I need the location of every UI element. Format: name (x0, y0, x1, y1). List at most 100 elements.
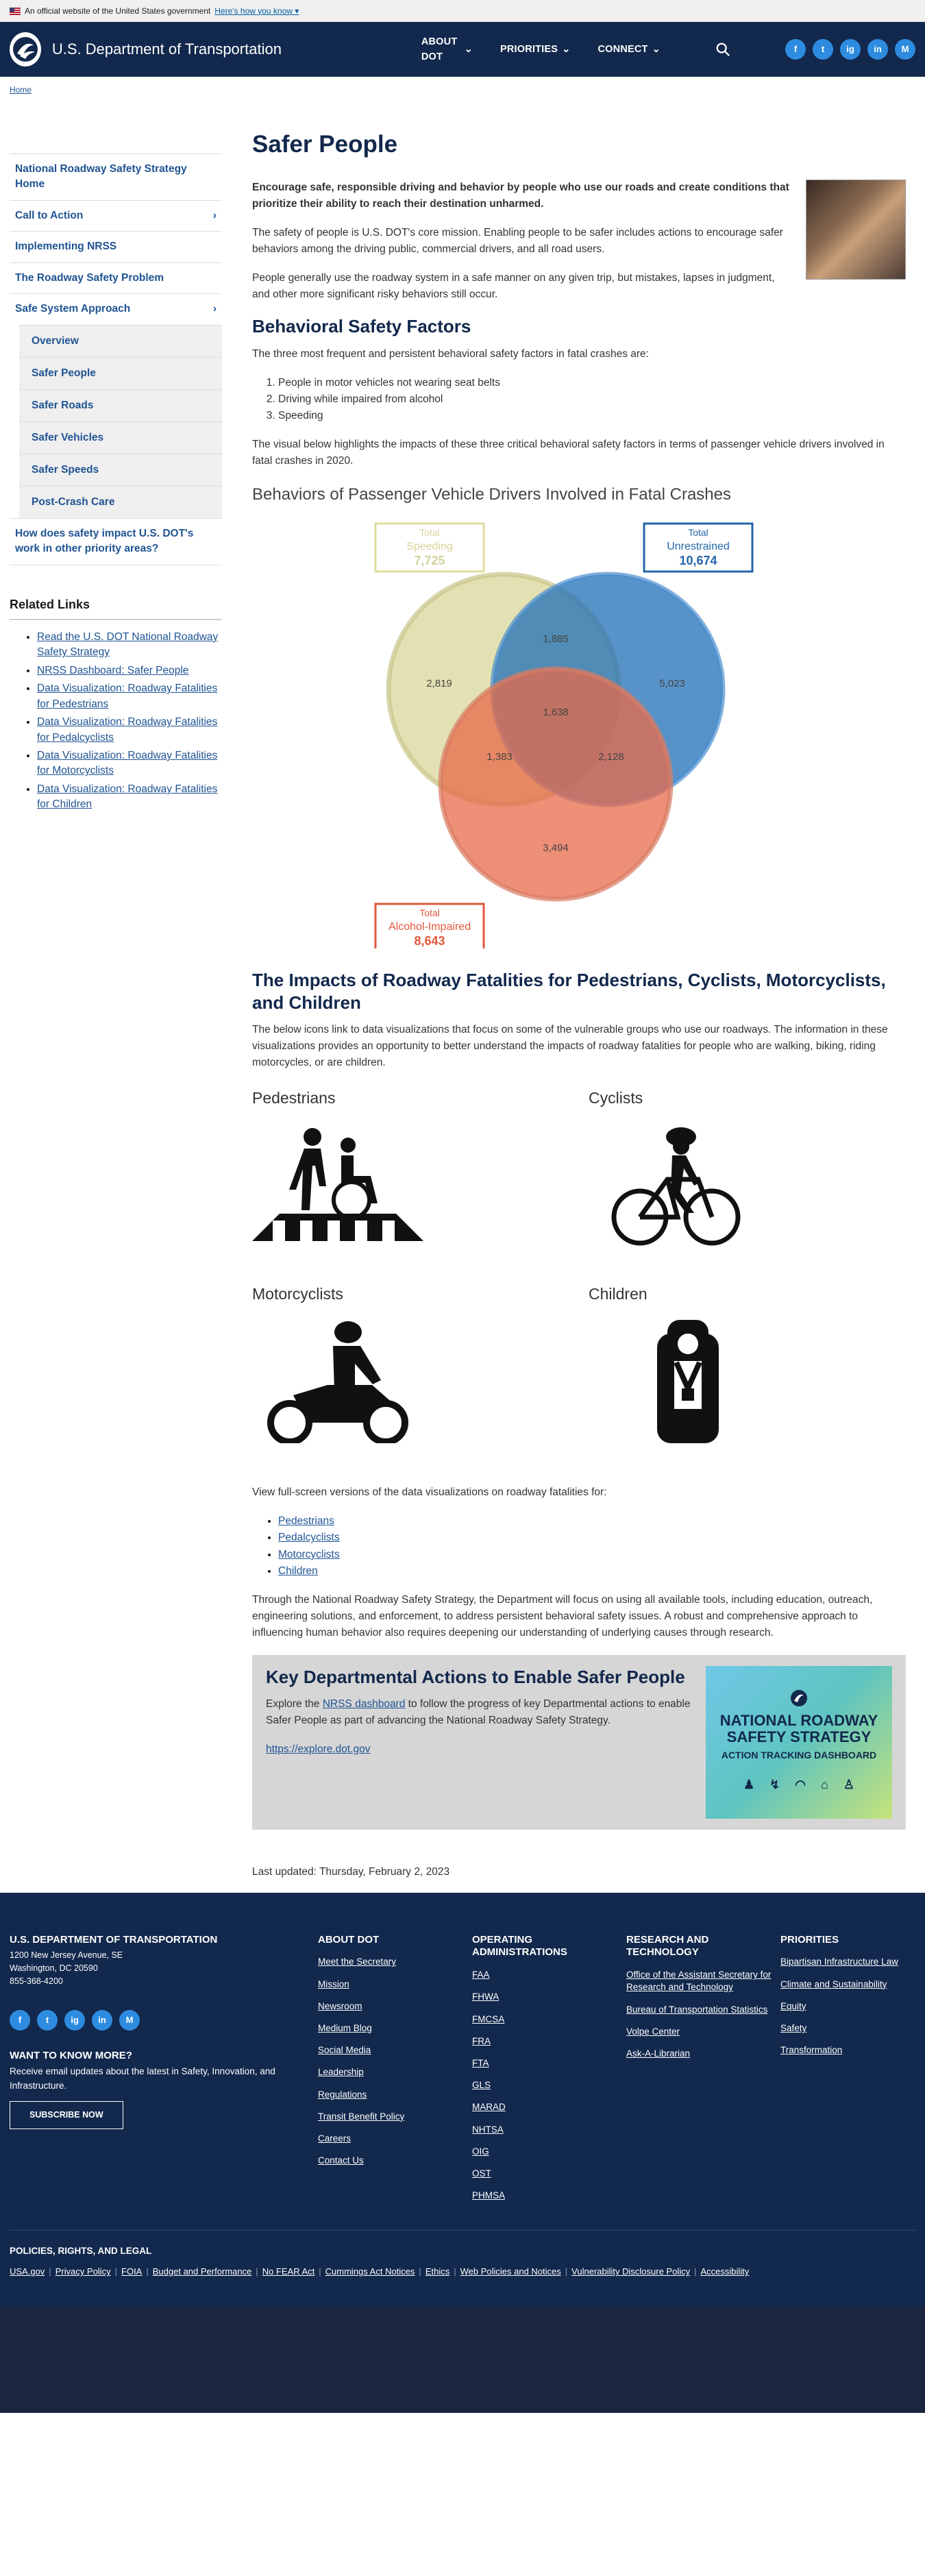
footer-link[interactable]: Bureau of Transportation Statistics (626, 2004, 780, 2016)
footer-link[interactable]: Meet the Secretary (318, 1956, 472, 1968)
nav-priorities[interactable]: PRIORITIES ⌄ (500, 34, 571, 65)
footer-link[interactable]: Social Media (318, 2044, 472, 2057)
cyclist-icon[interactable] (609, 1125, 746, 1248)
footer-link[interactable]: Safety (780, 2022, 925, 2035)
viz-link-children[interactable]: Children (278, 1565, 318, 1577)
footer-social: f t ig in M (10, 2009, 318, 2031)
related-link[interactable]: Data Visualization: Roadway Fatalities f… (37, 783, 217, 810)
legal-link[interactable]: Privacy Policy (56, 2265, 111, 2279)
footer-link[interactable]: Medium Blog (318, 2022, 472, 2035)
legal-link[interactable]: Cummings Act Notices (325, 2265, 415, 2279)
footer-link[interactable]: Contact Us (318, 2155, 472, 2167)
legal-link[interactable]: No FEAR Act (262, 2265, 315, 2279)
subscribe-button[interactable]: SUBSCRIBE NOW (10, 2100, 123, 2130)
motorcycle-icon[interactable] (252, 1320, 417, 1444)
dashboard-image[interactable]: NATIONAL ROADWAY SAFETY STRATEGY ACTION … (706, 1665, 892, 1819)
instagram-icon[interactable]: ig (64, 2009, 85, 2031)
legal-link[interactable]: Vulnerability Disclosure Policy (571, 2265, 690, 2279)
related-link[interactable]: Read the U.S. DOT National Roadway Safet… (37, 631, 218, 658)
category-cyclists[interactable]: Cyclists (589, 1086, 906, 1282)
footer-link[interactable]: Transit Benefit Policy (318, 2111, 472, 2123)
viz-link-motorcyclists[interactable]: Motorcyclists (278, 1549, 340, 1560)
sidebar-sub-overview[interactable]: Overview (19, 324, 222, 357)
footer-link[interactable]: FTA (472, 2057, 626, 2070)
footer-link[interactable]: MARAD (472, 2101, 626, 2113)
footer-link[interactable]: Leadership (318, 2066, 472, 2078)
venn-total-label: Total (688, 527, 708, 538)
footer-link[interactable]: Newsroom (318, 2000, 472, 2013)
legal-link[interactable]: Accessibility (700, 2265, 749, 2279)
sidebar-sub-safer-roads[interactable]: Safer Roads (19, 389, 222, 421)
footer-link[interactable]: Ask-A-Librarian (626, 2048, 780, 2060)
venn-total-value: 10,674 (679, 554, 717, 567)
footer-link[interactable]: PHMSA (472, 2189, 626, 2202)
sidebar-sub-safer-vehicles[interactable]: Safer Vehicles (19, 421, 222, 454)
footer-link[interactable]: Bipartisan Infrastructure Law (780, 1956, 925, 1968)
related-link[interactable]: Data Visualization: Roadway Fatalities f… (37, 683, 217, 709)
site-title[interactable]: U.S. Department of Transportation (52, 38, 367, 61)
pedestrian-icon[interactable] (252, 1125, 423, 1248)
nav-connect[interactable]: CONNECT ⌄ (598, 34, 661, 65)
viz-link-pedestrians[interactable]: Pedestrians (278, 1515, 334, 1527)
footer-link[interactable]: Volpe Center (626, 2026, 780, 2038)
linkedin-icon[interactable]: in (92, 2009, 112, 2031)
legal-link[interactable]: Web Policies and Notices (460, 2265, 561, 2279)
legal-link[interactable]: USA.gov (10, 2265, 45, 2279)
car-seat-icon[interactable] (637, 1320, 774, 1444)
venn-region-label: 2,819 (426, 678, 452, 689)
footer-link[interactable]: FMCSA (472, 2013, 626, 2026)
footer-link[interactable]: GLS (472, 2079, 626, 2092)
category-motorcyclists[interactable]: Motorcyclists (252, 1282, 589, 1478)
sidebar-sub-safer-people[interactable]: Safer People (19, 356, 222, 389)
search-icon[interactable] (715, 41, 730, 58)
footer-link[interactable]: Transformation (780, 2044, 925, 2057)
footer-link[interactable]: Regulations (318, 2089, 472, 2101)
nrss-dashboard-link[interactable]: NRSS dashboard (323, 1698, 406, 1710)
nav-about-dot[interactable]: ABOUT DOT ⌄ (421, 34, 473, 65)
footer-link[interactable]: OIG (472, 2146, 626, 2158)
medium-icon[interactable]: M (895, 39, 915, 60)
footer-link[interactable]: FHWA (472, 1991, 626, 2003)
footer-link[interactable]: FAA (472, 1969, 626, 1981)
page-title: Safer People (252, 131, 398, 158)
linkedin-icon[interactable]: in (867, 39, 888, 60)
related-link[interactable]: Data Visualization: Roadway Fatalities f… (37, 716, 217, 743)
viz-link-pedalcyclists[interactable]: Pedalcyclists (278, 1532, 340, 1543)
sidebar-item-call-to-action[interactable]: Call to Action › (10, 199, 222, 231)
last-updated: Last updated: Thursday, February 2, 2023 (252, 1865, 450, 1878)
category-children[interactable]: Children (589, 1282, 906, 1478)
chevron-down-icon: ⌄ (652, 43, 661, 55)
footer-link[interactable]: Careers (318, 2133, 472, 2145)
heres-how-link[interactable]: Here's how you know ▾ (214, 5, 299, 18)
explore-dot-link[interactable]: https://explore.dot.gov (266, 1743, 371, 1755)
breadcrumb-home[interactable]: Home (10, 85, 32, 95)
sidebar-sub-post-crash[interactable]: Post-Crash Care (19, 485, 222, 518)
legal-link[interactable]: FOIA (121, 2265, 142, 2279)
legal-link[interactable]: Ethics (426, 2265, 449, 2279)
related-link[interactable]: NRSS Dashboard: Safer People (37, 665, 188, 676)
footer-link[interactable]: Office of the Assistant Secretary for Re… (626, 1969, 780, 1994)
footer-link[interactable]: Climate and Sustainability (780, 1978, 925, 1991)
legal-link[interactable]: Budget and Performance (153, 2265, 252, 2279)
category-pedestrians[interactable]: Pedestrians (252, 1086, 589, 1282)
sidebar-sub-safer-speeds[interactable]: Safer Speeds (19, 453, 222, 486)
sidebar-item-nrss-home[interactable]: National Roadway Safety Strategy Home (10, 154, 222, 200)
footer-link[interactable]: Mission (318, 1978, 472, 1991)
twitter-icon[interactable]: t (37, 2009, 58, 2031)
twitter-icon[interactable]: t (813, 39, 833, 60)
medium-icon[interactable]: M (119, 2009, 140, 2031)
site-footer: U.S. DEPARTMENT OF TRANSPORTATION 1200 N… (0, 1892, 925, 2307)
facebook-icon[interactable]: f (785, 39, 806, 60)
sidebar-item-priority-areas[interactable]: How does safety impact U.S. DOT's work i… (10, 517, 222, 565)
related-link[interactable]: Data Visualization: Roadway Fatalities f… (37, 750, 217, 776)
instagram-icon[interactable]: ig (840, 39, 861, 60)
footer-link[interactable]: FRA (472, 2035, 626, 2048)
footer-link[interactable]: OST (472, 2168, 626, 2180)
facebook-icon[interactable]: f (10, 2009, 30, 2031)
footer-link[interactable]: NHTSA (472, 2124, 626, 2136)
dot-logo-icon[interactable] (10, 32, 41, 66)
footer-link[interactable]: Equity (780, 2000, 925, 2013)
sidebar-item-problem[interactable]: The Roadway Safety Problem (10, 262, 222, 293)
sidebar-item-implementing[interactable]: Implementing NRSS (10, 231, 222, 262)
sidebar-item-safe-system[interactable]: Safe System Approach › (10, 293, 222, 324)
